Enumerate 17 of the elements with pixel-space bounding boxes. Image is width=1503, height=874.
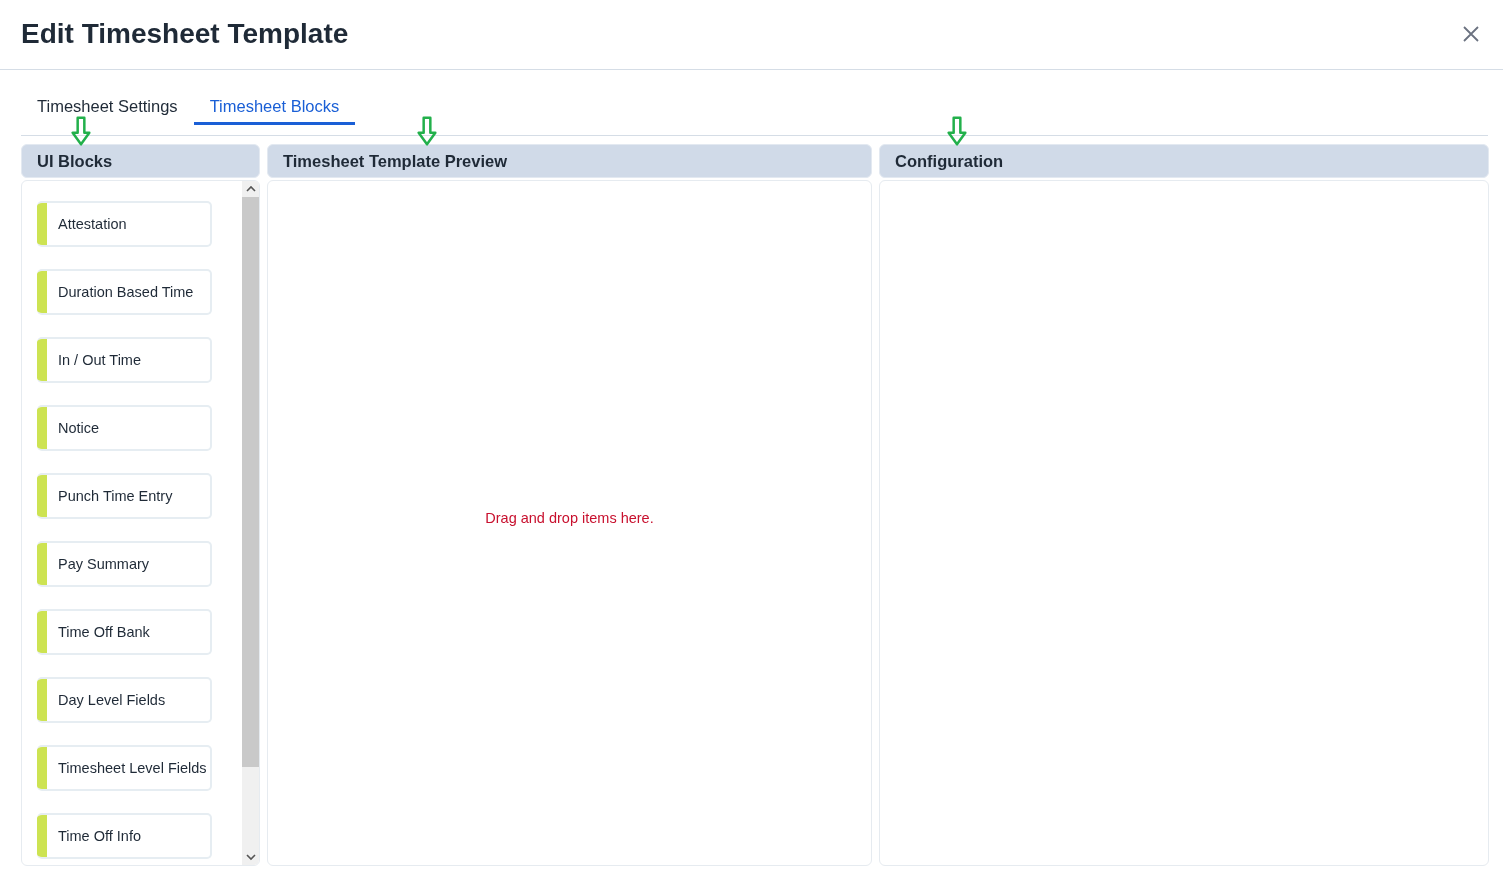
ui-block-item[interactable]: Timesheet Level Fields xyxy=(37,745,212,791)
panel-title: Configuration xyxy=(895,151,1004,171)
ui-block-item[interactable]: Notice xyxy=(37,405,212,451)
ui-block-item[interactable]: Pay Summary xyxy=(37,541,212,587)
panel-title: Timesheet Template Preview xyxy=(283,151,508,171)
panel-title: UI Blocks xyxy=(37,151,113,171)
ui-block-item[interactable]: Punch Time Entry xyxy=(37,473,212,519)
ui-block-item[interactable]: Time Off Bank xyxy=(37,609,212,655)
ui-block-item[interactable]: Attestation xyxy=(37,201,212,247)
ui-block-item[interactable]: In / Out Time xyxy=(37,337,212,383)
tab[interactable]: Timesheet Settings xyxy=(21,78,194,125)
ui-block-item[interactable]: Day Level Fields xyxy=(37,677,212,723)
ui-block-item[interactable]: Time Off Info xyxy=(37,813,212,859)
ui-block-item[interactable]: Duration Based Time xyxy=(37,269,212,315)
dialog-title: Edit Timesheet Template xyxy=(21,17,349,50)
tab[interactable]: Timesheet Blocks xyxy=(193,78,356,125)
drop-zone-hint: Drag and drop items here. xyxy=(485,510,654,528)
